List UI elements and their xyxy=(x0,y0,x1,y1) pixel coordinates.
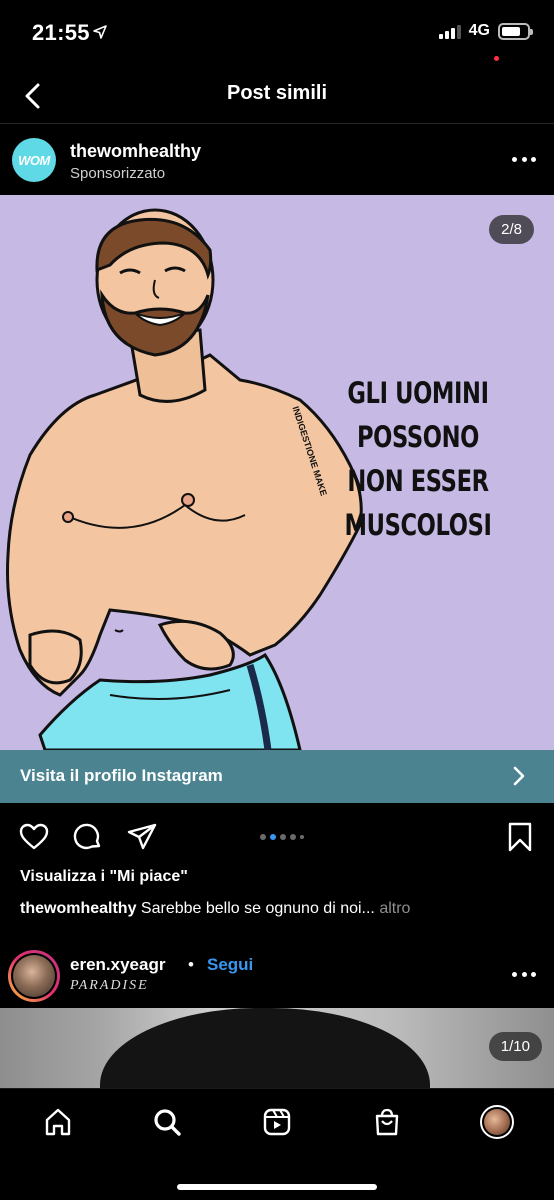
profile-avatar[interactable] xyxy=(480,1105,514,1139)
separator-dot: • xyxy=(188,955,194,974)
image-counter: 1/10 xyxy=(488,1032,542,1061)
share-icon[interactable] xyxy=(126,821,158,853)
nav-bar: Post simili xyxy=(0,66,554,124)
reels-icon[interactable] xyxy=(262,1107,292,1137)
image-caption: GLI UOMINI POSSONO NON ESSER MUSCOLOSI xyxy=(344,376,492,542)
caption-more-link[interactable]: altro xyxy=(379,900,410,917)
post-caption[interactable]: thewomhealthy Sarebbe bello se ognuno di… xyxy=(20,900,410,918)
carousel-dot xyxy=(300,835,304,839)
caption-author[interactable]: thewomhealthy xyxy=(20,900,136,917)
signal-icon xyxy=(438,23,461,39)
carousel-dot xyxy=(290,834,296,840)
post-author[interactable]: eren.xyeagr xyxy=(70,955,165,975)
post-header: eren.xyeagr • Segui PARADISE xyxy=(0,940,554,1006)
more-options-button[interactable] xyxy=(512,147,536,171)
view-likes-link[interactable]: Visualizza i "Mi piace" xyxy=(20,868,188,886)
post-actions xyxy=(0,815,554,859)
heart-icon[interactable] xyxy=(18,821,50,853)
carousel-dot xyxy=(260,834,266,840)
visit-profile-cta[interactable]: Visita il profilo Instagram xyxy=(0,750,554,803)
location-arrow-icon xyxy=(93,25,107,39)
carousel-dot-active xyxy=(270,834,276,840)
sponsored-label: Sponsorizzato xyxy=(70,165,166,182)
audio-label[interactable]: PARADISE xyxy=(70,978,149,994)
image-counter: 2/8 xyxy=(489,215,534,244)
status-time: 21:55 xyxy=(32,20,90,45)
carousel-indicator xyxy=(260,834,304,840)
notification-dot xyxy=(494,56,499,61)
network-label: 4G xyxy=(468,22,490,39)
carousel-dot xyxy=(280,834,286,840)
chevron-right-icon xyxy=(513,766,525,786)
more-options-button[interactable] xyxy=(512,962,536,986)
avatar[interactable] xyxy=(8,950,60,1002)
home-indicator xyxy=(177,1184,377,1190)
shop-icon[interactable] xyxy=(372,1107,402,1137)
avatar[interactable]: WOM xyxy=(12,138,56,182)
bookmark-icon[interactable] xyxy=(504,821,536,853)
avatar-logo-text: WOM xyxy=(18,152,50,168)
page-title: Post simili xyxy=(226,82,328,104)
cta-label: Visita il profilo Instagram xyxy=(20,766,223,785)
post-header: WOM thewomhealthy Sponsorizzato xyxy=(0,128,554,194)
search-icon[interactable] xyxy=(152,1107,182,1137)
post-image[interactable]: 1/10 xyxy=(0,1008,554,1088)
post-image[interactable]: 2/8 GLI UOMINI POSSONO NON ESSER MUSCOLO… xyxy=(0,195,554,750)
comment-icon[interactable] xyxy=(72,821,104,853)
caption-text: Sarebbe bello se ognuno di noi... xyxy=(140,900,375,917)
home-icon[interactable] xyxy=(43,1107,73,1137)
image-figure xyxy=(100,1008,430,1088)
post-author[interactable]: thewomhealthy xyxy=(70,141,201,162)
follow-button[interactable]: Segui xyxy=(207,955,253,975)
battery-icon xyxy=(498,22,533,40)
status-indicators: 4G xyxy=(438,22,533,40)
status-bar: 21:55 4G xyxy=(0,0,554,66)
